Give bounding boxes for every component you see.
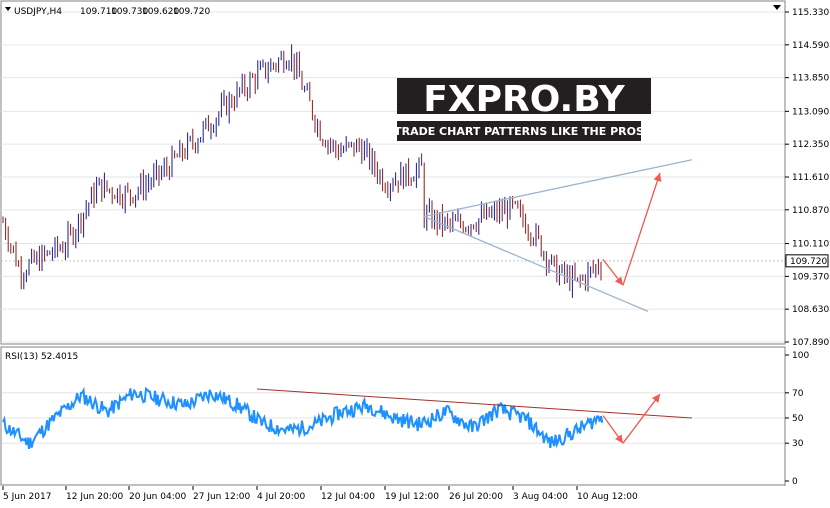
price-tick-label: 108.630 (792, 305, 829, 315)
time-tick-label: 26 Jul 20:00 (449, 492, 503, 502)
symbol-header: USDJPY,H4 (14, 7, 62, 17)
rsi-tick-label: 0 (792, 477, 798, 487)
price-tick-label: 115.330 (792, 8, 829, 18)
price-panel-frame (0, 0, 786, 345)
watermark-brand: FXPRO.BY (423, 79, 625, 120)
rsi-tick-label: 100 (792, 351, 809, 361)
price-tick-label: 107.890 (792, 338, 829, 348)
price-tick-label: 112.350 (792, 140, 829, 150)
time-tick-label: 27 Jun 12:00 (193, 492, 250, 502)
rsi-tick-label: 50 (792, 414, 804, 424)
current-price-label: 109.720 (790, 257, 827, 267)
price-header: USDJPY,H4 109.710 109.730 109.620 109.72… (5, 7, 210, 17)
price-tick-label: 110.870 (792, 206, 829, 216)
time-tick-label: 12 Jun 20:00 (66, 492, 123, 502)
rsi-axis: 100 70 50 30 0 (784, 347, 809, 487)
rsi-tick-label: 30 (792, 439, 804, 449)
ohlc-close: 109.720 (173, 7, 210, 17)
price-tick-label: 114.590 (792, 41, 829, 51)
time-tick-label: 20 Jun 04:00 (129, 492, 186, 502)
price-tick-label: 110.110 (792, 240, 829, 250)
price-tick-label: 113.090 (792, 107, 829, 117)
price-axis: 115.330 114.590 113.850 113.090 112.350 111.6… (784, 1, 829, 348)
time-tick-label: 12 Jul 04:00 (321, 492, 375, 502)
time-tick-label: 19 Jul 12:00 (385, 492, 439, 502)
price-tick-label: 109.370 (792, 272, 829, 282)
time-axis: 5 Jun 2017 12 Jun 20:00 20 Jun 04:00 27 Jun… (2, 486, 638, 502)
rsi-tick-label: 70 (792, 389, 804, 399)
fxpro-watermark: FXPRO.BY TRADE CHART PATTERNS LIKE THE P… (394, 78, 651, 141)
time-tick-label: 4 Jul 20:00 (257, 492, 306, 502)
watermark-tagline: TRADE CHART PATTERNS LIKE THE PROS (394, 125, 644, 138)
current-price-tag: 109.720 (785, 254, 829, 268)
time-tick-label: 5 Jun 2017 (3, 492, 51, 502)
rsi-panel: RSI(13) 52.4015 (0, 346, 786, 486)
price-panel: FXPRO.BY TRADE CHART PATTERNS LIKE THE P… (0, 0, 786, 345)
time-tick-label: 3 Aug 04:00 (513, 492, 568, 502)
chart-canvas: FXPRO.BY TRADE CHART PATTERNS LIKE THE P… (0, 0, 829, 502)
time-tick-label: 10 Aug 12:00 (577, 492, 638, 502)
price-tick-label: 113.850 (792, 74, 829, 84)
price-tick-label: 111.610 (792, 173, 829, 183)
rsi-label: RSI(13) 52.4015 (5, 352, 78, 362)
